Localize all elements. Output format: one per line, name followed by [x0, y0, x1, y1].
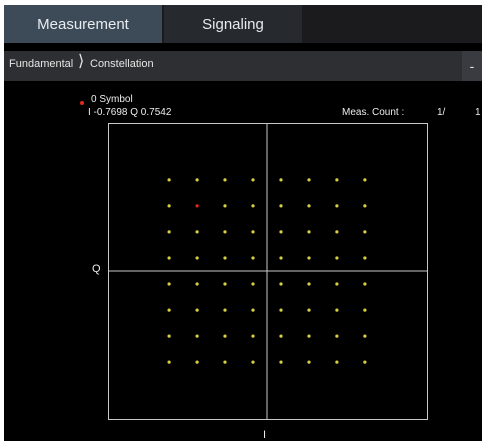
constellation-point — [195, 308, 199, 312]
constellation-plot[interactable] — [108, 123, 428, 420]
constellation-point — [307, 308, 311, 312]
constellation-point — [223, 282, 227, 286]
constellation-point — [195, 282, 199, 286]
constellation-point — [279, 230, 283, 234]
constellation-point — [335, 308, 339, 312]
constellation-point — [223, 360, 227, 364]
constellation-point — [167, 256, 171, 260]
constellation-point — [195, 360, 199, 364]
selected-constellation-point — [195, 204, 199, 208]
constellation-point — [307, 360, 311, 364]
x-axis-label: I — [263, 429, 267, 441]
constellation-point — [335, 178, 339, 182]
iq-readout: I -0.7698 Q 0.7542 — [88, 107, 172, 118]
constellation-point — [279, 204, 283, 208]
constellation-point — [195, 334, 199, 338]
constellation-point — [251, 308, 255, 312]
constellation-point — [307, 230, 311, 234]
constellation-point — [307, 178, 311, 182]
constellation-point — [251, 334, 255, 338]
constellation-point — [251, 282, 255, 286]
y-axis-label: Q — [92, 263, 101, 275]
constellation-point — [307, 282, 311, 286]
constellation-point — [335, 230, 339, 234]
breadcrumb-fundamental[interactable]: Fundamental — [9, 58, 73, 70]
constellation-point — [363, 178, 367, 182]
constellation-point — [251, 360, 255, 364]
breadcrumb: Fundamental ⟩ Constellation - — [4, 51, 482, 81]
constellation-point — [307, 334, 311, 338]
constellation-point — [223, 230, 227, 234]
constellation-point — [307, 204, 311, 208]
meas-count-label: Meas. Count : — [342, 107, 405, 118]
tab-bar: Measurement Signaling — [4, 5, 482, 43]
constellation-point — [363, 256, 367, 260]
constellation-point — [167, 360, 171, 364]
breadcrumb-constellation[interactable]: Constellation — [90, 58, 154, 70]
tab-signaling[interactable]: Signaling — [164, 5, 302, 43]
constellation-point — [363, 360, 367, 364]
constellation-point — [195, 230, 199, 234]
meas-count-total: 1 — [475, 107, 481, 118]
meas-count-value: 1/ — [437, 107, 446, 118]
constellation-point — [335, 360, 339, 364]
selected-symbol-marker-icon — [80, 101, 84, 105]
constellation-point — [363, 204, 367, 208]
constellation-point — [335, 282, 339, 286]
constellation-point — [363, 230, 367, 234]
constellation-point — [195, 178, 199, 182]
collapse-button[interactable]: - — [462, 51, 482, 81]
constellation-point — [279, 178, 283, 182]
constellation-point — [223, 256, 227, 260]
constellation-point — [223, 308, 227, 312]
chevron-right-icon: ⟩ — [78, 53, 85, 70]
constellation-point — [251, 256, 255, 260]
analyzer-window: Measurement Signaling Fundamental ⟩ Cons… — [4, 5, 482, 441]
constellation-point — [223, 204, 227, 208]
constellation-point — [167, 334, 171, 338]
constellation-point — [167, 178, 171, 182]
constellation-point — [363, 308, 367, 312]
constellation-point — [363, 282, 367, 286]
constellation-point — [279, 360, 283, 364]
symbol-index-label: 0 Symbol — [91, 94, 133, 105]
tab-bar-filler — [302, 5, 482, 43]
constellation-point — [167, 308, 171, 312]
constellation-point — [223, 178, 227, 182]
constellation-point — [279, 256, 283, 260]
constellation-point — [279, 308, 283, 312]
constellation-point — [363, 334, 367, 338]
constellation-point — [335, 204, 339, 208]
constellation-point — [167, 282, 171, 286]
constellation-point — [279, 282, 283, 286]
constellation-point — [279, 334, 283, 338]
constellation-point — [167, 230, 171, 234]
constellation-point — [307, 256, 311, 260]
constellation-point — [251, 204, 255, 208]
constellation-point — [251, 178, 255, 182]
constellation-point — [223, 334, 227, 338]
constellation-point — [195, 256, 199, 260]
constellation-point — [335, 334, 339, 338]
constellation-point — [335, 256, 339, 260]
tab-measurement[interactable]: Measurement — [4, 5, 162, 43]
constellation-point — [167, 204, 171, 208]
constellation-point — [251, 230, 255, 234]
